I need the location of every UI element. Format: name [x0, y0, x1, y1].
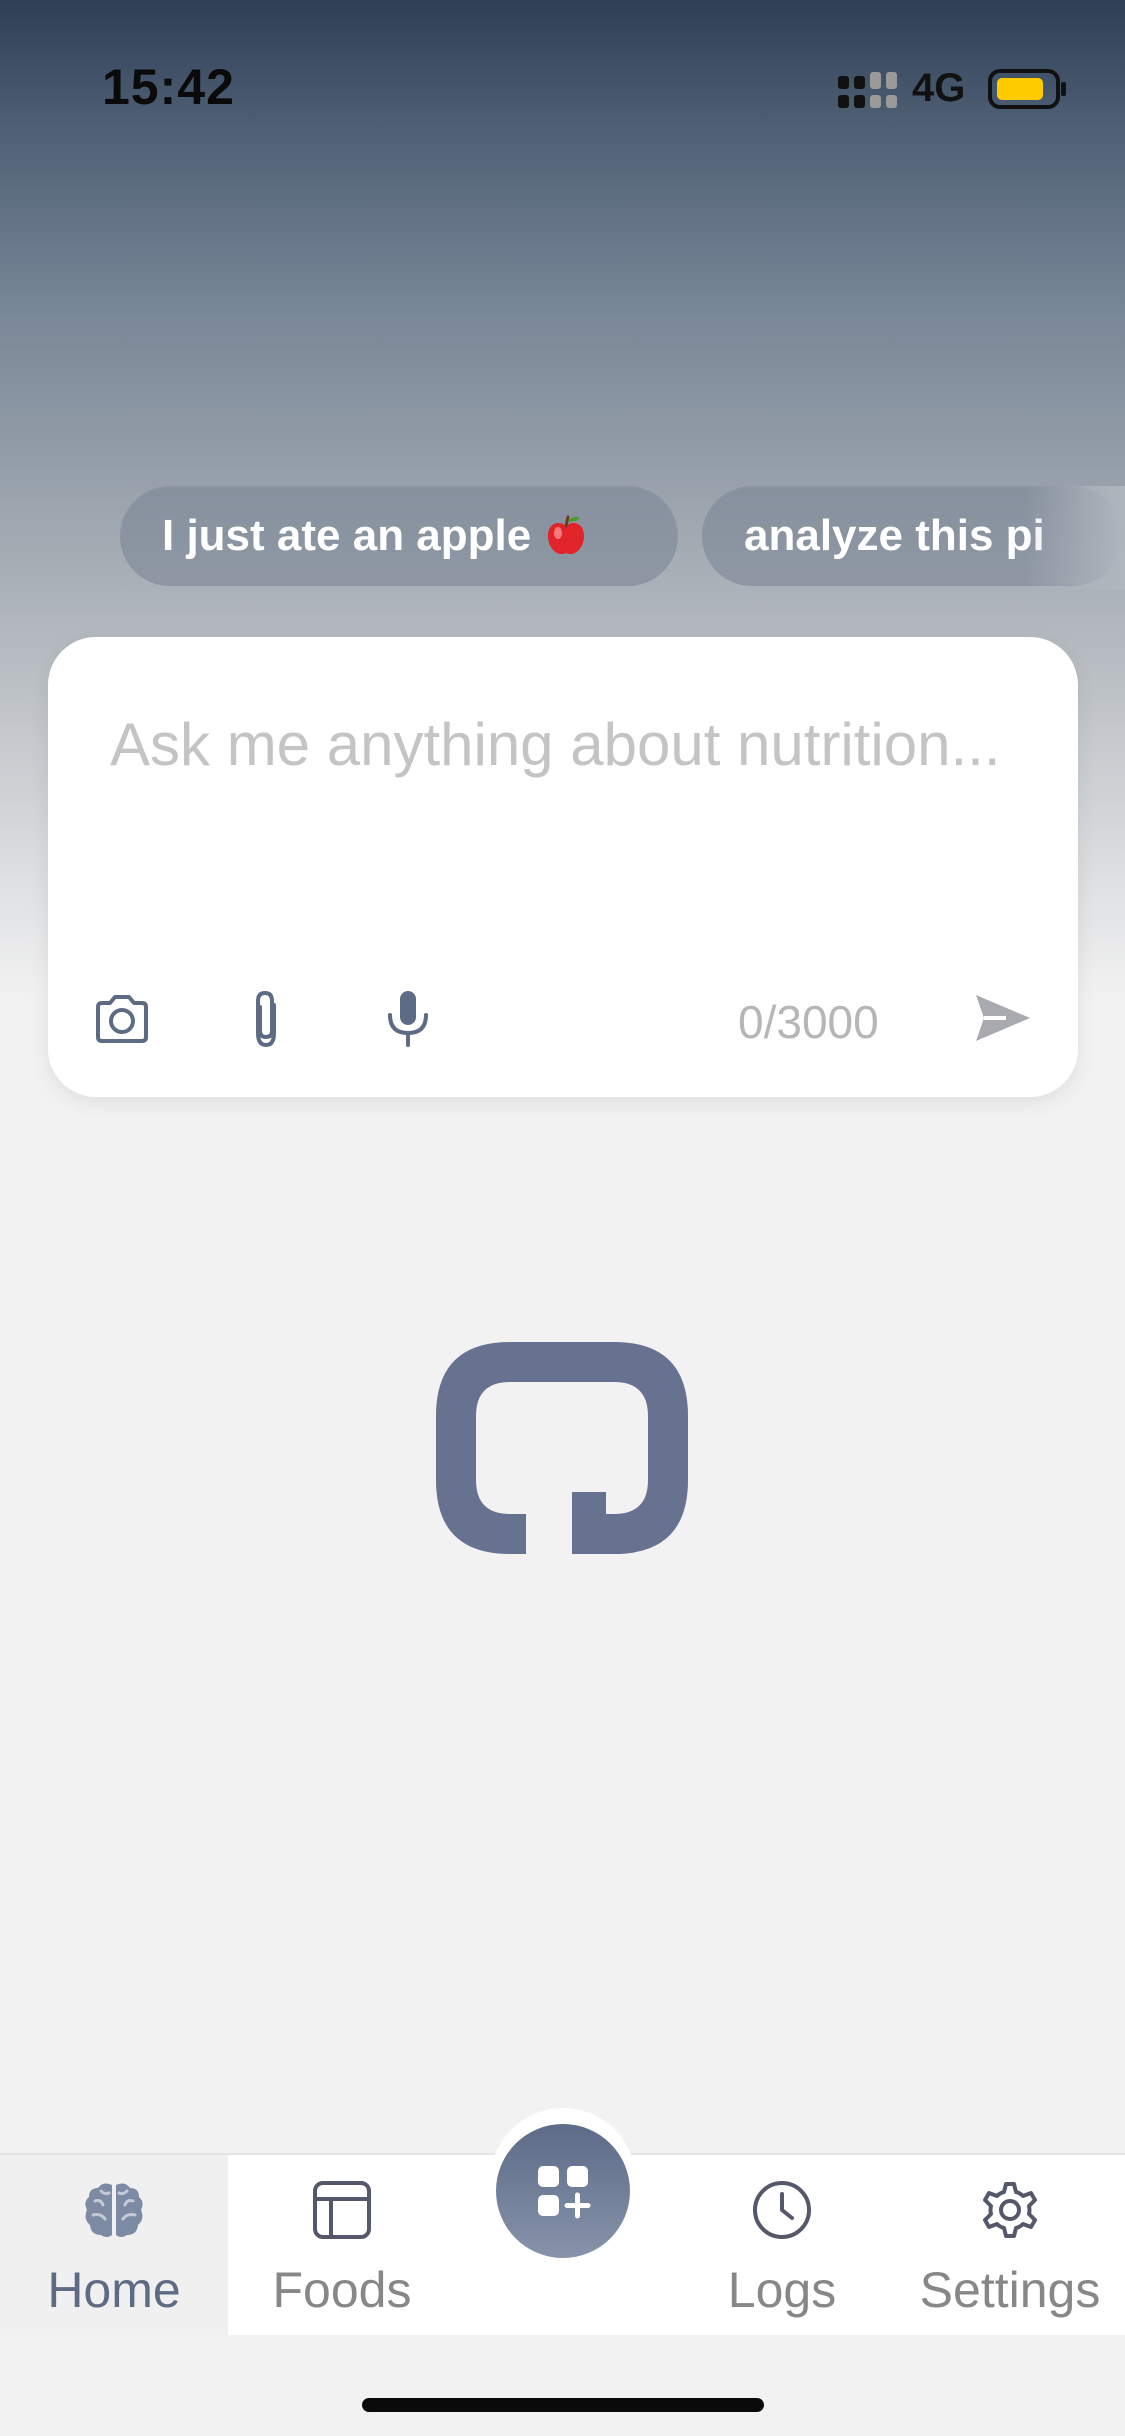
tab-label-settings: Settings: [919, 2262, 1101, 2318]
suggestion-chip-label: analyze this pi: [744, 511, 1045, 560]
tab-logs[interactable]: Logs: [668, 2155, 896, 2335]
tab-label-home: Home: [47, 2262, 181, 2318]
app-logo: [436, 1342, 688, 1554]
attach-icon[interactable]: [234, 987, 298, 1051]
tab-home[interactable]: Home: [0, 2155, 228, 2335]
mic-icon[interactable]: [376, 987, 440, 1051]
network-label: 4G: [912, 66, 966, 110]
table-icon: [313, 2181, 371, 2239]
tab-label-logs: Logs: [727, 2262, 837, 2318]
chat-input-card: Ask me anything about nutrition... 0/300…: [48, 637, 1078, 1097]
prompt-input[interactable]: Ask me anything about nutrition...: [110, 697, 1010, 917]
tab-foods[interactable]: Foods: [228, 2155, 456, 2335]
suggestion-chip-label: I just ate an apple: [162, 511, 532, 560]
camera-icon[interactable]: [90, 987, 154, 1051]
char-counter: 0/3000: [738, 996, 879, 1048]
suggestion-chip-apple[interactable]: I just ate an apple: [120, 486, 678, 586]
apple-icon: [548, 515, 585, 555]
signal-icon: [838, 72, 897, 108]
suggestion-chip-analyze[interactable]: analyze this pi: [702, 486, 1122, 586]
add-grid-icon: [538, 2166, 591, 2219]
tab-settings[interactable]: Settings: [896, 2155, 1124, 2335]
send-icon[interactable]: [972, 989, 1034, 1047]
battery-icon: [988, 69, 1066, 109]
suggestion-chips: I just ate an apple analyze this pi: [0, 486, 1125, 590]
status-time: 15:42: [102, 59, 235, 115]
clock-icon: [753, 2181, 811, 2239]
tab-label-foods: Foods: [272, 2262, 412, 2318]
brain-icon: [85, 2183, 143, 2237]
home-indicator: [362, 2398, 764, 2412]
gear-icon: [983, 2182, 1037, 2238]
status-bar: 15:42 4G: [0, 0, 1125, 150]
add-button[interactable]: [496, 2124, 630, 2258]
